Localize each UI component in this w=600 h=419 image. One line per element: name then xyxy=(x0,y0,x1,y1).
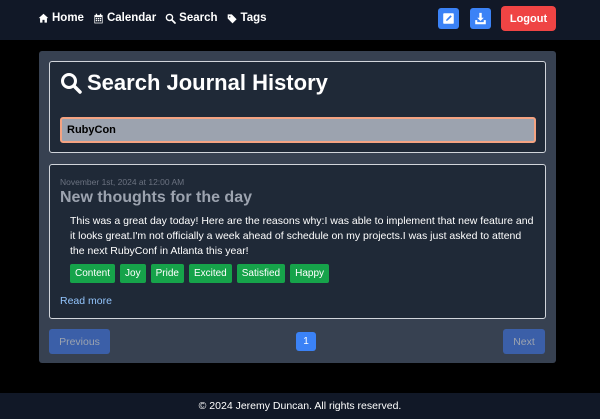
nav-calendar-link[interactable]: Calendar xyxy=(93,12,156,24)
nav-home-label: Home xyxy=(52,12,84,24)
main-panel: Search Journal History November 1st, 202… xyxy=(39,51,556,363)
tag-content[interactable]: Content xyxy=(70,264,116,283)
tag-excited[interactable]: Excited xyxy=(188,264,232,283)
nav-links: Home Calendar Search Tags xyxy=(38,0,267,36)
page-title-text: Search Journal History xyxy=(87,70,328,95)
tags-icon xyxy=(227,13,237,23)
nav-home-link[interactable]: Home xyxy=(38,12,84,24)
edit-icon xyxy=(443,13,454,24)
search-input[interactable] xyxy=(60,117,536,143)
search-icon xyxy=(165,13,176,24)
navbar: Home Calendar Search Tags Logout xyxy=(0,0,600,40)
page-title: Search Journal History xyxy=(60,70,328,96)
new-entry-button[interactable] xyxy=(438,8,459,29)
previous-page-button[interactable]: Previous xyxy=(49,329,110,354)
tag-pride[interactable]: Pride xyxy=(150,264,184,283)
home-icon xyxy=(38,13,49,23)
nav-tags-link[interactable]: Tags xyxy=(227,12,267,24)
footer: © 2024 Jeremy Duncan. All rights reserve… xyxy=(0,393,600,419)
download-button[interactable] xyxy=(470,8,491,29)
calendar-icon xyxy=(94,13,103,23)
entry-date: November 1st, 2024 at 12:00 AM xyxy=(60,177,185,187)
search-icon xyxy=(61,73,82,94)
footer-text: © 2024 Jeremy Duncan. All rights reserve… xyxy=(198,400,402,412)
next-page-button[interactable]: Next xyxy=(503,329,545,354)
page-number-button[interactable]: 1 xyxy=(296,332,316,351)
entry-body: This was a great day today! Here are the… xyxy=(70,215,534,257)
nav-search-label: Search xyxy=(179,12,218,24)
entry-title[interactable]: New thoughts for the day xyxy=(60,189,252,207)
tag-satisfied[interactable]: Satisfied xyxy=(236,264,286,283)
search-card: Search Journal History xyxy=(49,61,546,153)
download-icon xyxy=(475,12,486,25)
tag-joy[interactable]: Joy xyxy=(120,264,146,283)
tag-happy[interactable]: Happy xyxy=(290,264,330,283)
nav-calendar-label: Calendar xyxy=(106,12,157,24)
entry-tags: Content Joy Pride Excited Satisfied Happ… xyxy=(70,264,330,283)
read-more-link[interactable]: Read more xyxy=(60,295,112,307)
logout-button[interactable]: Logout xyxy=(501,6,556,31)
nav-tags-label: Tags xyxy=(240,12,267,24)
nav-search-link[interactable]: Search xyxy=(165,12,218,24)
journal-entry-card: November 1st, 2024 at 12:00 AM New thoug… xyxy=(49,164,546,319)
